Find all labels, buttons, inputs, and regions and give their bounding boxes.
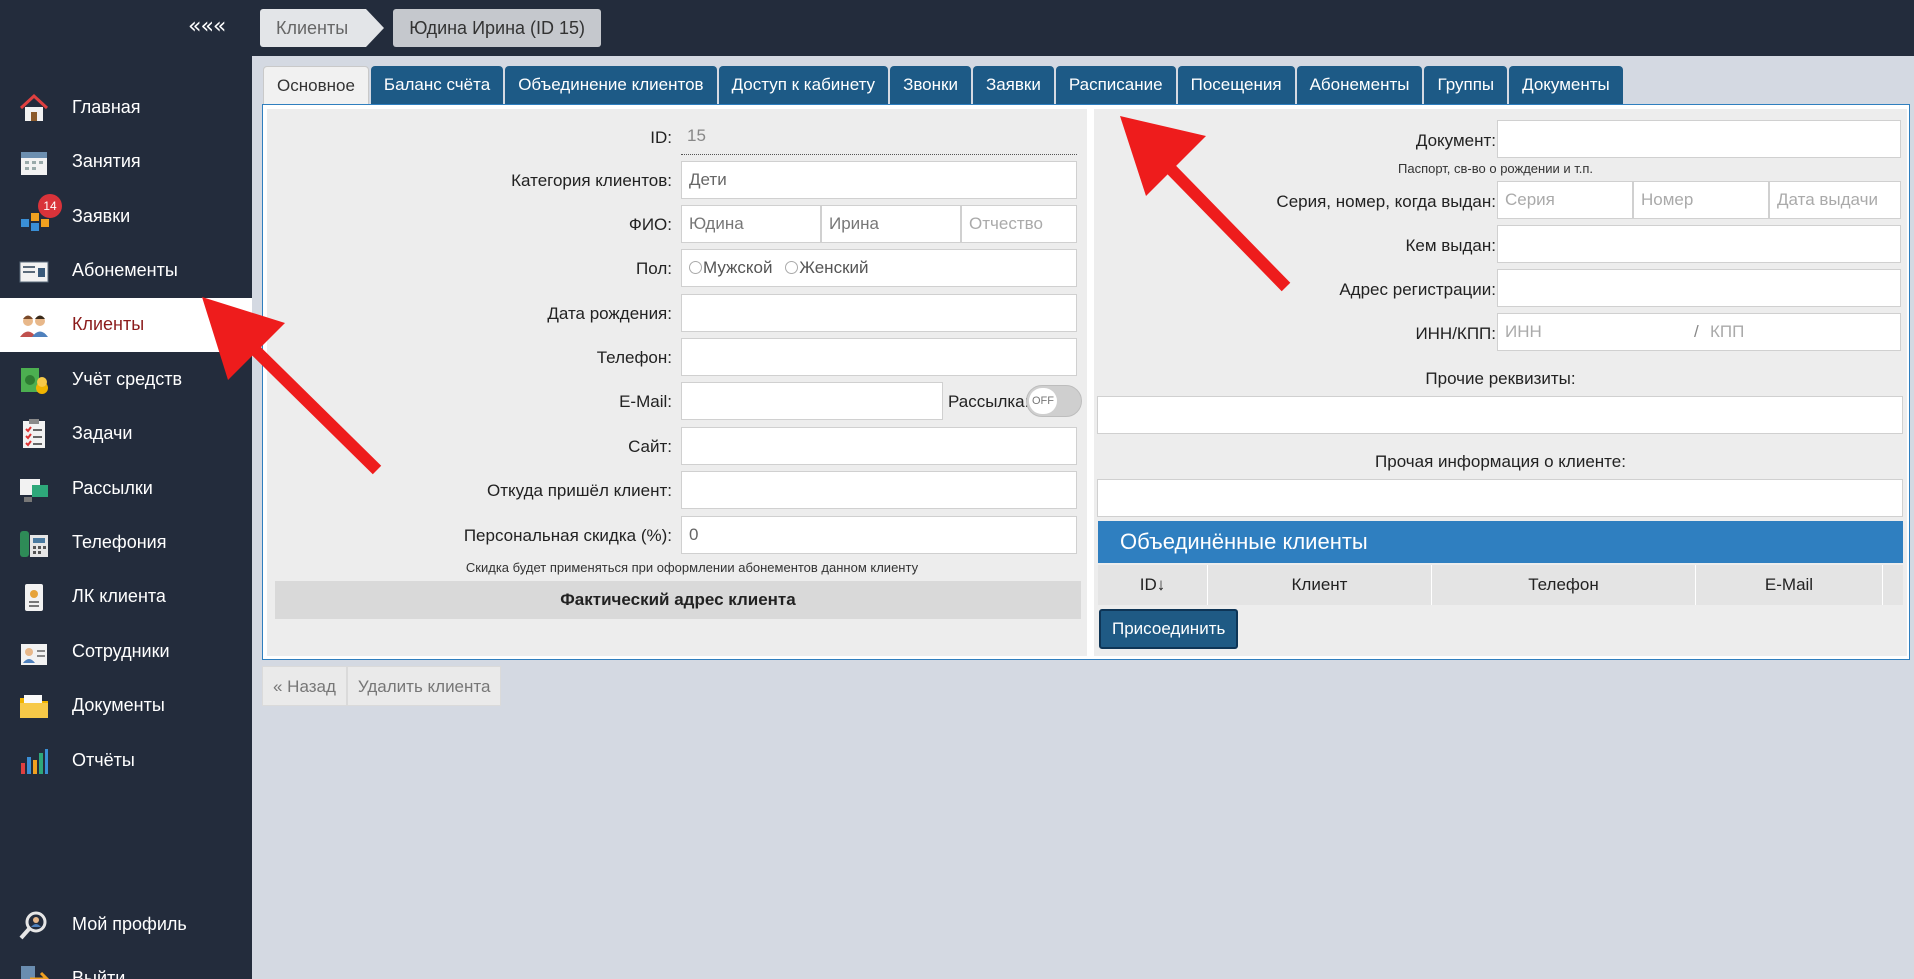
sidebar-item-client-cabinet[interactable]: ЛК клиента [0,570,252,624]
issue-date-field[interactable]: Дата выдачи [1769,181,1901,219]
client-tabs: Основное Баланс счёта Объединение клиент… [263,66,1625,105]
mailing-toggle[interactable]: OFF [1026,385,1082,417]
first-name-field[interactable]: Ирина [821,205,961,243]
sidebar-item-lessons[interactable]: Занятия [0,135,252,189]
discount-field[interactable]: 0 [681,516,1077,554]
tab-groups[interactable]: Группы [1424,66,1508,104]
tab-subscriptions[interactable]: Абонементы [1296,66,1423,104]
other-requisites-field[interactable] [1097,396,1903,434]
category-label: Категория клиентов: [511,171,672,190]
staff-icon [21,644,47,665]
col-id[interactable]: ID↓ [1098,565,1208,605]
client-main-info: ID: 15 Категория клиентов: Дети ФИО: Юди… [267,109,1087,656]
sidebar-item-requests[interactable]: 14 Заявки [0,190,252,244]
client-form-panel: ID: 15 Категория клиентов: Дети ФИО: Юди… [262,104,1910,660]
discount-label: Персональная скидка (%): [463,526,672,545]
reg-address-field[interactable] [1497,269,1901,307]
tab-merge-clients[interactable]: Объединение клиентов [505,66,717,104]
inn-kpp-field[interactable]: ИНН / КПП [1497,313,1901,351]
delete-client-button[interactable]: Удалить клиента [346,666,502,706]
document-field[interactable] [1497,120,1901,158]
sidebar-item-documents[interactable]: Документы [0,679,252,733]
ticket-icon [19,261,49,283]
col-email[interactable]: E-Mail [1696,565,1883,605]
tab-balance[interactable]: Баланс счёта [370,66,504,104]
breadcrumb: Клиенты Юдина Ирина (ID 15) [260,9,602,47]
tab-calls[interactable]: Звонки [890,66,971,104]
tab-visits[interactable]: Посещения [1177,66,1295,104]
site-field[interactable] [681,427,1077,465]
sidebar-item-logout[interactable]: Выйти [0,952,252,979]
mailing-label: Рассылка: [948,392,1030,411]
discount-hint: Скидка будет применяться при оформлении … [465,560,919,575]
inn-kpp-separator: / [1694,322,1699,341]
calendar-icon [21,152,47,175]
gender-female-radio[interactable] [785,261,799,274]
logout-icon [21,966,50,979]
kpp-input[interactable]: КПП [1710,314,1744,350]
breadcrumb-current-client: Юдина Ирина (ID 15) [393,9,602,47]
issued-by-field[interactable] [1497,225,1901,263]
sidebar-item-my-profile[interactable]: Мой профиль [0,898,252,952]
folder-icon [20,695,48,718]
series-field[interactable]: Серия [1497,181,1633,219]
gender-options: Мужской Женский [681,249,1077,287]
sidebar-item-staff[interactable]: Сотрудники [0,625,252,679]
last-name-field[interactable]: Юдина [681,205,821,243]
inn-input[interactable]: ИНН [1505,322,1542,341]
sidebar: Главная Занятия 14 Заявки Абонементы Кли… [0,56,252,979]
breadcrumb-clients[interactable]: Клиенты [260,9,385,47]
checklist-icon [23,419,45,448]
col-phone[interactable]: Телефон [1432,565,1696,605]
other-requisites-label: Прочие реквизиты: [1425,369,1576,388]
id-label: ID: [650,128,672,147]
badge-id-icon [25,584,43,611]
fio-label: ФИО: [628,215,672,234]
tab-requests[interactable]: Заявки [972,66,1054,104]
actual-address-header: Фактический адрес клиента [275,581,1081,619]
money-icon [21,368,48,394]
clients-icon [20,315,48,337]
patronymic-field[interactable]: Отчество [961,205,1077,243]
house-icon [19,93,49,121]
form-actions: « Назад Удалить клиента [262,666,502,706]
tab-cabinet-access[interactable]: Доступ к кабинету [718,66,889,104]
tab-schedule[interactable]: Расписание [1055,66,1176,104]
other-info-field[interactable] [1097,479,1903,517]
tab-documents[interactable]: Документы [1509,66,1623,104]
merged-clients-header: Объединённые клиенты [1098,521,1903,563]
phone-field[interactable] [681,338,1077,376]
sidebar-item-reports[interactable]: Отчёты [0,734,252,788]
red-arrow-schedule [1120,116,1291,292]
merged-clients-table-header: ID↓ Клиент Телефон E-Mail [1098,565,1903,605]
tab-main[interactable]: Основное [263,66,369,105]
email-field[interactable] [681,382,943,420]
mailing-toggle-state: OFF [1029,388,1057,414]
join-client-button[interactable]: Присоединить [1099,609,1239,649]
sidebar-item-home[interactable]: Главная [0,81,252,135]
sidebar-item-telephony[interactable]: Телефония [0,516,252,570]
requests-count-badge: 14 [38,194,62,218]
mailing-icon [20,479,48,502]
collapse-sidebar-button[interactable]: ««« [188,14,226,39]
birthdate-field[interactable] [681,294,1077,332]
source-field[interactable] [681,471,1077,509]
category-select[interactable]: Дети [681,161,1077,199]
gender-label: Пол: [636,259,672,278]
number-field[interactable]: Номер [1633,181,1769,219]
back-button[interactable]: « Назад [262,666,347,706]
top-bar: ««« Клиенты Юдина Ирина (ID 15) [0,0,1914,56]
phone-icon [20,531,48,557]
gender-female-label: Женский [799,258,869,277]
id-value: 15 [681,117,1077,155]
col-client[interactable]: Клиент [1208,565,1432,605]
inn-kpp-label: ИНН/КПП: [1415,324,1496,343]
red-arrow-clients [202,297,382,475]
bar-chart-icon [21,749,48,774]
document-hint: Паспорт, св-во о рождении и т.п. [1398,161,1593,176]
gender-male-label: Мужской [703,258,773,277]
gender-male-radio[interactable] [689,261,702,274]
other-info-label: Прочая информация о клиенте: [1375,452,1626,471]
profile-search-icon [19,911,47,940]
